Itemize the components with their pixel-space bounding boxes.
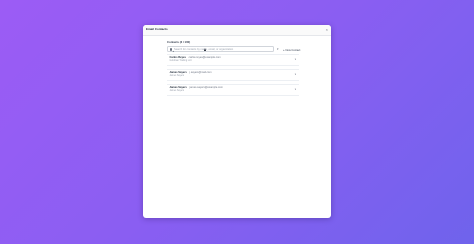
contact-email: james.sayers@example.com bbox=[189, 85, 223, 89]
close-button[interactable]: × bbox=[326, 27, 328, 32]
contact-card[interactable]: Carlos Reyes carlos.reyes@example.com Go… bbox=[167, 54, 299, 66]
plus-icon: + bbox=[283, 47, 285, 52]
mouse-cursor-icon bbox=[204, 48, 206, 51]
contact-name: James Sayers bbox=[169, 85, 187, 89]
contact-list: Carlos Reyes carlos.reyes@example.com Go… bbox=[167, 54, 299, 98]
search-input[interactable]: Search for contacts by name, email, or o… bbox=[167, 46, 274, 52]
contact-detail: James Sayers bbox=[169, 89, 185, 92]
chevron-down-icon[interactable]: ▾ bbox=[295, 73, 296, 76]
new-contact-label: New Contact bbox=[285, 48, 301, 52]
contact-primary-line: James Sayers j.sayers@mail.com bbox=[170, 71, 212, 74]
contact-email: j.sayers@mail.com bbox=[189, 71, 212, 75]
contact-detail: Goldman Trading LLC bbox=[169, 60, 192, 63]
contact-name: Carlos Reyes bbox=[169, 56, 186, 60]
contact-primary-line: Carlos Reyes carlos.reyes@example.com bbox=[170, 56, 221, 59]
contacts-section-label: Contacts (3 / 100) bbox=[167, 40, 191, 44]
email-contacts-modal: Email Contacts × Contacts (3 / 100) Sear… bbox=[143, 25, 331, 218]
contact-name: James Sayers bbox=[169, 71, 187, 75]
chevron-down-icon[interactable]: ▾ bbox=[295, 58, 296, 61]
contact-primary-line: James Sayers james.sayers@example.com bbox=[170, 86, 223, 89]
modal-title: Email Contacts bbox=[146, 27, 168, 31]
modal-header: Email Contacts × bbox=[143, 25, 331, 36]
contact-card[interactable]: James Sayers james.sayers@example.com Ja… bbox=[167, 83, 299, 96]
contact-email: carlos.reyes@example.com bbox=[188, 56, 221, 60]
new-contact-button[interactable]: + New Contact bbox=[283, 48, 300, 52]
contact-card[interactable]: James Sayers j.sayers@mail.com James Say… bbox=[167, 68, 299, 81]
contact-detail: James Sayers bbox=[169, 74, 185, 77]
filter-dropdown-button[interactable]: ▾ bbox=[277, 47, 279, 51]
chevron-down-icon[interactable]: ▾ bbox=[295, 88, 296, 91]
search-icon bbox=[170, 48, 173, 51]
